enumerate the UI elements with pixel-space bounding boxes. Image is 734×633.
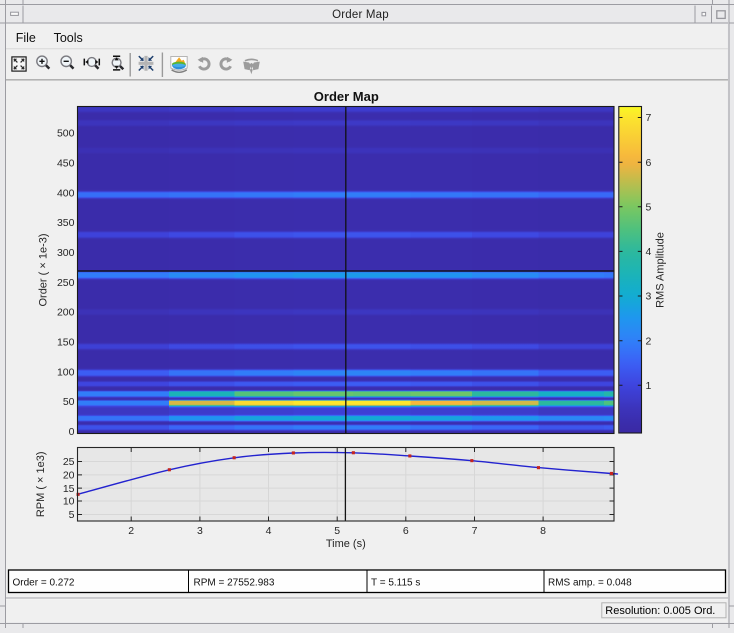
svg-text:150: 150 — [57, 337, 75, 349]
svg-text:2: 2 — [128, 525, 134, 537]
svg-text:6: 6 — [646, 157, 652, 169]
svg-text:15: 15 — [63, 483, 75, 495]
svg-text:RPM = 27552.983: RPM = 27552.983 — [194, 578, 275, 589]
svg-text:100: 100 — [57, 366, 75, 378]
svg-text:RMS amp. = 0.048: RMS amp. = 0.048 — [548, 578, 632, 589]
svg-text:Resolution: 0.005 Ord.: Resolution: 0.005 Ord. — [605, 605, 715, 617]
svg-text:3: 3 — [646, 291, 652, 303]
svg-text:10: 10 — [63, 496, 75, 508]
svg-text:300: 300 — [57, 247, 75, 259]
svg-text:25: 25 — [63, 456, 75, 468]
svg-text:Order = 0.272: Order = 0.272 — [13, 578, 75, 589]
svg-text:4: 4 — [646, 246, 652, 258]
svg-text:File: File — [16, 31, 36, 45]
svg-text:RMS Amplitude: RMS Amplitude — [655, 232, 667, 308]
svg-text:450: 450 — [57, 158, 75, 170]
svg-text:5: 5 — [69, 509, 75, 521]
svg-text:5: 5 — [646, 202, 652, 214]
svg-text:2: 2 — [646, 335, 652, 347]
svg-text:400: 400 — [57, 187, 75, 199]
svg-text:Order Map: Order Map — [314, 89, 379, 104]
svg-text:5: 5 — [334, 525, 340, 537]
svg-text:Time (s): Time (s) — [326, 538, 366, 550]
svg-text:3: 3 — [197, 525, 203, 537]
svg-text:T = 5.115 s: T = 5.115 s — [371, 578, 420, 589]
svg-text:7: 7 — [472, 525, 478, 537]
svg-text:350: 350 — [57, 217, 75, 229]
svg-text:7: 7 — [646, 112, 652, 124]
svg-text:Tools: Tools — [54, 31, 83, 45]
svg-text:Order Map: Order Map — [332, 9, 389, 21]
svg-text:8: 8 — [540, 525, 546, 537]
svg-text:RPM ( × 1e3): RPM ( × 1e3) — [35, 451, 47, 517]
svg-text:250: 250 — [57, 277, 75, 289]
svg-text:6: 6 — [403, 525, 409, 537]
svg-text:4: 4 — [266, 525, 272, 537]
svg-text:50: 50 — [63, 396, 75, 408]
svg-text:20: 20 — [63, 470, 75, 482]
svg-text:0: 0 — [69, 426, 75, 438]
svg-text:1: 1 — [646, 380, 652, 392]
svg-text:Order ( × 1e-3): Order ( × 1e-3) — [38, 233, 50, 306]
svg-text:200: 200 — [57, 307, 75, 319]
svg-text:500: 500 — [57, 128, 75, 140]
